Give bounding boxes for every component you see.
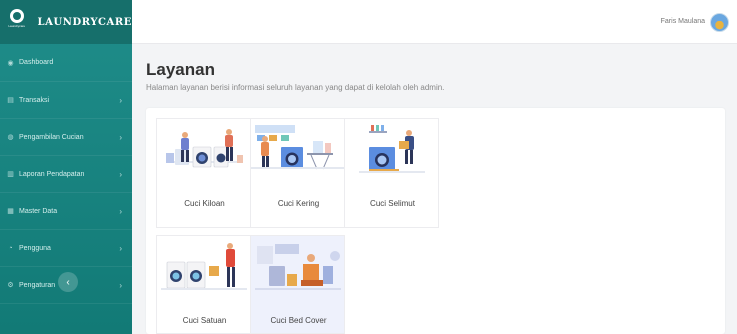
- sidebar-item-laporan-pendapatan[interactable]: ▥ Laporan Pendapatan ›: [0, 156, 132, 193]
- users-icon: ◔: [8, 244, 13, 252]
- sidebar-item-label: Dashboard: [19, 59, 54, 66]
- service-card-cuci-kering[interactable]: Cuci Kering: [250, 118, 346, 228]
- sidebar-item-pengguna[interactable]: ◔ Pengguna ›: [0, 230, 132, 267]
- chevron-right-icon: ›: [119, 169, 122, 179]
- sidebar-item-pengambilan-cucian[interactable]: ◍ Pengambilan Cucian ›: [0, 119, 132, 156]
- service-label: Cuci Kiloan: [184, 199, 225, 208]
- sidebar-item-label: Master Data: [19, 207, 58, 215]
- services-panel: Cuci Kiloan Cuci Kering Cuci Selimut Cuc…: [146, 108, 725, 334]
- chevron-right-icon: ›: [119, 243, 122, 253]
- single-item-illustration-icon: [161, 243, 247, 290]
- service-label: Cuci Kering: [277, 199, 320, 208]
- service-label: Cuci Satuan: [182, 316, 227, 325]
- top-bar: Faris Maulana: [132, 0, 737, 44]
- service-label: Cuci Bed Cover: [270, 316, 327, 325]
- sidebar-item-master-data[interactable]: ▦ Master Data ›: [0, 193, 132, 230]
- chevron-right-icon: ›: [119, 132, 122, 142]
- sidebar-menu: ◉ Dashboard ▤ Transaksi › ◍ Pengambilan Cucian…: [0, 44, 132, 304]
- avatar[interactable]: [710, 13, 729, 32]
- service-card-cuci-bed-cover[interactable]: Cuci Bed Cover: [250, 235, 345, 334]
- dashboard-icon: ◉: [7, 59, 14, 67]
- sidebar: Laundrycare LAUNDRYCARE ◉ Dashboard ▤ Trans…: [0, 0, 132, 334]
- user-name[interactable]: Faris Maulana: [661, 18, 705, 25]
- brand-name: LAUNDRYCARE: [37, 16, 132, 28]
- chevron-right-icon: ›: [119, 95, 122, 105]
- service-label: Cuci Selimut: [370, 199, 415, 208]
- cart-icon: ▤: [7, 97, 14, 104]
- page-title: Layanan: [146, 60, 215, 79]
- pickup-icon: ◍: [7, 134, 14, 141]
- sidebar-item-label: Pengguna: [19, 244, 51, 252]
- bed-cover-illustration-icon: [255, 244, 341, 290]
- drying-illustration-icon: [251, 125, 346, 170]
- page-description: Halaman layanan berisi informasi seluruh…: [146, 83, 445, 92]
- sidebar-item-label: Transaksi: [19, 96, 50, 104]
- service-card-cuci-kiloan[interactable]: Cuci Kiloan: [156, 118, 251, 228]
- sidebar-item-label: Pengambilan Cucian: [19, 133, 84, 141]
- service-card-cuci-selimut[interactable]: Cuci Selimut: [344, 118, 439, 228]
- chevron-right-icon: ›: [119, 206, 122, 216]
- chevron-left-icon: ‹: [66, 276, 70, 288]
- chevron-right-icon: ›: [119, 280, 122, 290]
- sidebar-collapse-button[interactable]: ‹: [58, 272, 78, 292]
- blanket-illustration-icon: [359, 125, 425, 173]
- sidebar-item-dashboard[interactable]: ◉ Dashboard: [0, 44, 132, 82]
- sidebar-item-transaksi[interactable]: ▤ Transaksi ›: [0, 82, 132, 119]
- gear-icon: ⚙: [7, 282, 14, 289]
- service-card-cuci-satuan[interactable]: Cuci Satuan: [156, 235, 251, 334]
- report-icon: ▥: [7, 171, 14, 178]
- washing-illustration-icon: [166, 129, 243, 168]
- sidebar-item-label: Laporan Pendapatan: [19, 170, 85, 178]
- database-icon: ▦: [7, 208, 14, 215]
- brand[interactable]: Laundrycare LAUNDRYCARE: [0, 0, 132, 44]
- laundry-logo-icon: Laundrycare: [6, 9, 27, 35]
